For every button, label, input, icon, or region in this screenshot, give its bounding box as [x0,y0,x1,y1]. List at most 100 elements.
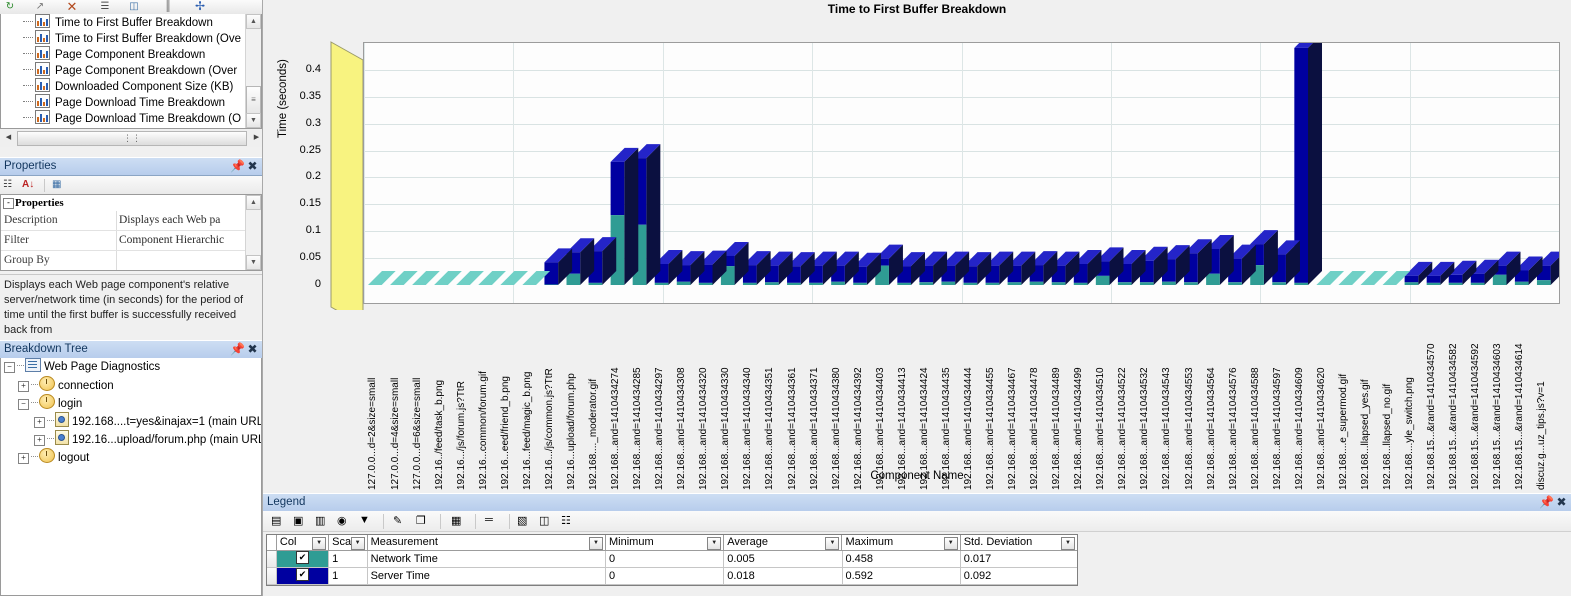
expander-icon[interactable]: + [18,381,29,392]
table-row[interactable]: ✔ 1 Network Time 0 0.005 0.458 0.017 [267,551,1078,568]
property-row[interactable]: Group By [1,251,261,270]
copy-icon[interactable]: ❐ [416,514,433,529]
close-icon[interactable]: ✖ [246,159,259,173]
toolbar-separator [44,179,45,192]
properties-grid[interactable]: - Properties Description Displays each W… [0,194,262,271]
ruler-icon[interactable]: ◫ [539,514,556,529]
window-icon[interactable]: ◫ [126,0,142,13]
hide-all-icon[interactable]: ▣ [293,514,310,529]
chevron-down-icon[interactable]: ▼ [589,537,604,550]
categorize-icon[interactable]: ☷ [3,178,12,192]
main-toolbar[interactable]: ↻ ↗ ✕ ☰ ◫ ║ ✢ [0,0,262,15]
show-selected-icon[interactable]: ▥ [315,514,332,529]
breakdown-tree-node-label: login [58,398,83,410]
scroll-down-arrow[interactable]: ▼ [246,113,261,128]
columns-icon[interactable]: ║ [160,0,176,13]
column-header-maximum[interactable]: Maximum ▼ [842,535,961,551]
config-icon[interactable]: ✎ [393,514,410,529]
hscroll-thumb[interactable]: ⋮⋮ [17,131,247,146]
tree-item[interactable]: Time to First Buffer Breakdown [1,14,261,30]
tree-item[interactable]: Page Component Breakdown (Over [1,62,261,78]
chevron-down-icon[interactable]: ▼ [312,537,327,550]
pin-icon[interactable]: 📌 [230,342,245,356]
scroll-up-arrow[interactable]: ▲ [246,14,261,29]
tree-item[interactable]: Page Download Time Breakdown [1,94,261,110]
chevron-down-icon[interactable]: ▼ [707,537,722,550]
expander-icon[interactable]: − [4,362,15,373]
cross-filter-icon[interactable]: ✕ [64,0,80,13]
report-tree-horizontal-scrollbar[interactable]: ◀ ⋮⋮ ▶ [0,130,262,147]
expander-icon[interactable]: − [18,399,29,410]
column-header-scale[interactable]: Sca ▼ [329,535,368,551]
breakdown-tree-node[interactable]: + logout [1,448,261,466]
tree-item[interactable]: Page Component Breakdown [1,46,261,62]
granularity-icon[interactable]: ▧ [517,514,534,529]
export-icon[interactable]: ☷ [561,514,578,529]
breakdown-tree-node[interactable]: − login [1,394,261,412]
column-header-measurement[interactable]: Measurement ▼ [367,535,607,551]
expander-icon[interactable]: + [34,435,45,446]
properties-toolbar[interactable]: ☷ A↓ ▦ [0,176,262,195]
expander-icon[interactable]: + [34,417,45,428]
scroll-down-arrow[interactable]: ▼ [246,255,261,270]
series-visible-checkbox[interactable]: ✔ [296,551,310,564]
breakdown-tree-title-text: Breakdown Tree [4,343,88,355]
close-icon[interactable]: ✖ [246,342,259,356]
chart-title: Time to First Buffer Breakdown [827,2,1007,16]
chevron-down-icon[interactable]: ▼ [943,537,958,550]
report-tree-list[interactable]: Time to First Buffer Breakdown Time to F… [0,14,262,129]
expander-icon[interactable]: + [18,453,29,464]
row-grip[interactable] [267,551,277,568]
scroll-left-arrow[interactable]: ◀ [1,131,16,146]
columns-icon[interactable]: ═ [485,514,502,529]
merge-icon[interactable]: ▦ [451,514,468,529]
chevron-down-icon[interactable]: ✢ [192,0,208,13]
property-pages-icon[interactable]: ▦ [52,178,61,192]
refresh-icon[interactable]: ↻ [2,0,18,13]
view-icon[interactable]: ◉ [337,514,354,529]
column-header-minimum[interactable]: Minimum ▼ [606,535,725,551]
series-color-cell[interactable]: ✔ [276,551,330,568]
column-header-col[interactable]: Col ▼ [276,535,330,551]
x-axis-tick-labels: 127.0.0...d=2&size=small 127.0.0...d=4&si… [363,325,1560,490]
breakdown-tree-node-label: Web Page Diagnostics [44,361,161,373]
report-tree-vertical-scrollbar[interactable]: ▲ ≡ ▼ [245,14,261,128]
pin-icon[interactable]: 📌 [230,159,245,173]
column-header-std-deviation[interactable]: Std. Deviation ▼ [960,535,1077,551]
row-grip[interactable] [267,568,277,585]
breakdown-tree-node[interactable]: + connection [1,376,261,394]
scroll-up-arrow[interactable]: ▲ [246,195,261,210]
breakdown-tree-node[interactable]: +192.16...upload/forum.php (main URL) [1,430,261,448]
chevron-down-icon[interactable]: ▼ [1060,537,1075,550]
breakdown-tree-node-label: 192.16...upload/forum.php (main URL) [72,434,262,446]
filter-icon[interactable]: ▼ [359,514,376,529]
bar-chart-icon [35,14,50,28]
show-all-icon[interactable]: ▤ [271,514,288,529]
chevron-down-icon[interactable]: ▼ [350,537,365,550]
column-header-average[interactable]: Average ▼ [724,535,843,551]
sort-alpha-icon[interactable]: A↓ [22,178,34,192]
series-color-cell[interactable]: ✔ [276,568,330,585]
property-row[interactable]: Filter Component Hierarchic [1,231,261,251]
chevron-down-icon[interactable]: ▼ [825,537,840,550]
ruler-icon[interactable]: ☰ [97,0,113,13]
collapse-icon[interactable]: - [3,198,14,209]
bar-face [1426,275,1441,283]
series-visible-checkbox[interactable]: ✔ [296,568,310,581]
legend-toolbar[interactable]: ▤ ▣ ▥ ◉ ▼ ✎ ❐ ▦ ═ ▧ ◫ ☷ [263,511,1571,532]
tree-item[interactable]: Downloaded Component Size (KB) [1,78,261,94]
pin-icon[interactable]: 📌 [1539,495,1554,509]
breakdown-tree-body[interactable]: − Web Page Diagnostics + connection − login… [0,358,262,596]
breakdown-tree-node[interactable]: +192.168....t=yes&inajax=1 (main URL) [1,412,261,430]
column-header-label: Minimum [609,536,654,548]
breakdown-tree-node[interactable]: − Web Page Diagnostics [1,358,261,376]
tree-item[interactable]: Page Download Time Breakdown (O [1,110,261,126]
cursor-icon[interactable]: ↗ [32,0,48,13]
close-icon[interactable]: ✖ [1555,495,1568,509]
legend-table[interactable]: Col ▼ Sca ▼ Measurement ▼ Minimum ▼ Aver… [266,534,1078,586]
tree-connector [31,456,38,457]
tree-item[interactable]: Time to First Buffer Breakdown (Ove [1,30,261,46]
property-row[interactable]: Description Displays each Web pa [1,211,261,231]
properties-vertical-scrollbar[interactable]: ▲ ▼ [245,195,261,270]
table-row[interactable]: ✔ 1 Server Time 0 0.018 0.592 0.092 [267,568,1078,585]
